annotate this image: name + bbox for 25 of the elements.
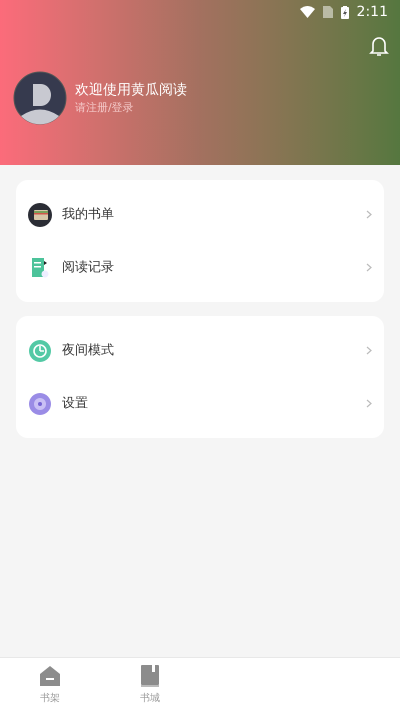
no-sim-icon xyxy=(322,6,333,18)
avatar-icon[interactable] xyxy=(13,71,67,125)
menu-item[interactable]: 我的书单 xyxy=(16,188,384,241)
wallet-icon xyxy=(28,202,52,226)
document-icon xyxy=(31,256,49,278)
menu-item[interactable]: 设置 xyxy=(16,377,384,430)
status-time: 2:11 xyxy=(356,2,388,22)
menu-item[interactable]: 阅读记录 xyxy=(16,241,384,294)
menu-label: 设置 xyxy=(62,394,89,413)
chevron-right-icon xyxy=(366,263,372,272)
welcome-title: 欢迎使用黄瓜阅读 xyxy=(75,81,187,100)
menu-label: 阅读记录 xyxy=(62,258,115,277)
notification-bell-icon[interactable] xyxy=(369,35,389,57)
menu-label: 夜间模式 xyxy=(62,342,115,360)
disc-icon xyxy=(29,392,51,414)
menu-label: 我的书单 xyxy=(62,206,115,224)
book-icon xyxy=(139,664,161,688)
wifi-icon xyxy=(300,6,315,18)
clock-icon xyxy=(29,340,51,362)
battery-icon xyxy=(340,6,349,18)
chevron-right-icon xyxy=(366,399,372,408)
house-icon xyxy=(38,664,62,688)
menu-item[interactable]: 夜间模式 xyxy=(16,324,384,377)
chevron-right-icon xyxy=(366,210,372,219)
chevron-right-icon xyxy=(366,346,372,355)
